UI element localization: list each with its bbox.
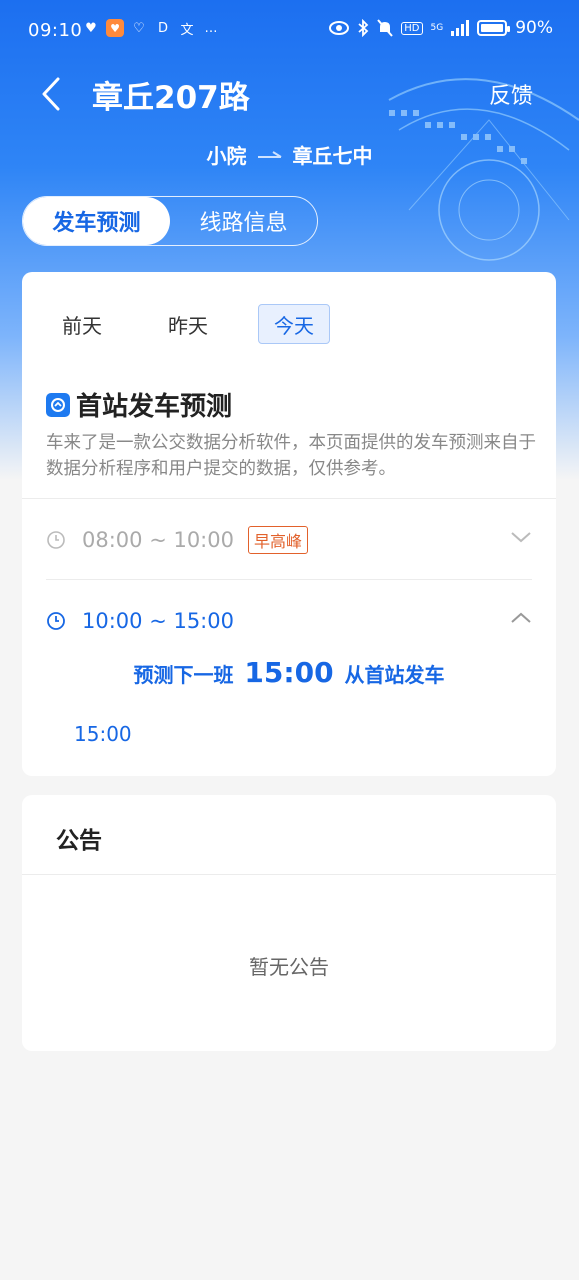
clock-icon — [47, 531, 65, 549]
heart-outline-icon: ♡ — [133, 20, 145, 36]
departure-time-item: 15:00 — [74, 722, 132, 746]
battery-fill — [481, 24, 504, 32]
notice-title: 公告 — [56, 828, 102, 854]
chevron-left-icon — [42, 77, 60, 111]
status-right: HD 5G 90% — [329, 18, 553, 38]
status-time: 09:10 — [28, 20, 83, 41]
prediction-time: 15:00 — [244, 656, 334, 689]
notice-empty-text: 暂无公告 — [249, 955, 329, 979]
section-description: 车来了是一款公交数据分析软件，本页面提供的发车预测来自于数据分析程序和用户提交的… — [46, 433, 536, 479]
bus-stop-icon — [46, 392, 70, 417]
time-slot-range: 10:00 ~ 15:00 — [82, 609, 234, 633]
status-bar: 09:10 ♥ ♥ ♡ D 文 … HD 5G 90% — [0, 0, 579, 64]
section-header: 首站发车预测 — [46, 386, 232, 423]
prediction-card: 前天 昨天 今天 首站发车预测 车来了是一款公交数据分析软件，本页面提供的发车预… — [22, 272, 556, 776]
next-departure-prediction: 预测下一班 15:00 从首站发车 — [22, 656, 556, 689]
page-title: 章丘207路 — [92, 80, 250, 116]
network-label: 5G — [430, 23, 444, 33]
more-notifications-icon: … — [204, 20, 218, 36]
day-selector: 前天 昨天 今天 — [46, 304, 330, 344]
clock-icon — [47, 612, 65, 630]
route-direction[interactable]: 小院 章丘七中 — [0, 140, 579, 169]
today-button[interactable]: 今天 — [258, 304, 330, 344]
bluetooth-icon — [358, 19, 369, 37]
divider — [22, 498, 556, 499]
signal-icon — [451, 20, 470, 36]
yesterday-button[interactable]: 昨天 — [152, 304, 224, 344]
heart-app-icon: ♥ — [85, 20, 97, 36]
battery-icon — [477, 20, 511, 36]
app-d-icon: D — [157, 20, 168, 36]
feedback-button[interactable]: 反馈 — [489, 78, 533, 110]
hd-icon: HD — [401, 21, 423, 35]
notification-icons: ♥ ♥ ♡ D 文 … — [82, 19, 220, 38]
chevron-up-icon — [511, 612, 531, 623]
section-title: 首站发车预测 — [76, 392, 233, 422]
prediction-suffix: 从首站发车 — [344, 663, 445, 687]
route-origin: 小院 — [206, 144, 247, 168]
time-slot-current[interactable]: 10:00 ~ 15:00 — [46, 601, 532, 641]
tab-route-info[interactable]: 线路信息 — [170, 197, 317, 245]
time-slot-morning-peak[interactable]: 08:00 ~ 10:00 早高峰 — [46, 520, 532, 560]
mute-bell-icon — [377, 19, 394, 37]
prediction-prefix: 预测下一班 — [133, 663, 234, 687]
divider — [22, 874, 556, 875]
eye-icon — [329, 21, 350, 35]
time-slot-range: 08:00 ~ 10:00 — [82, 528, 234, 552]
divider — [46, 579, 532, 580]
translate-icon: 文 — [180, 22, 194, 38]
shield-app-icon: ♥ — [106, 19, 124, 37]
back-button[interactable] — [34, 74, 68, 114]
peak-badge: 早高峰 — [247, 526, 308, 554]
tab-departure-prediction[interactable]: 发车预测 — [23, 197, 170, 245]
day-before-yesterday-button[interactable]: 前天 — [46, 304, 118, 344]
route-destination: 章丘七中 — [292, 144, 373, 168]
view-tabs: 发车预测 线路信息 — [22, 196, 318, 246]
battery-percent: 90% — [515, 18, 553, 38]
chevron-down-icon — [511, 532, 531, 543]
notice-card: 公告 暂无公告 — [22, 795, 556, 1051]
arrow-right-icon — [257, 150, 282, 158]
